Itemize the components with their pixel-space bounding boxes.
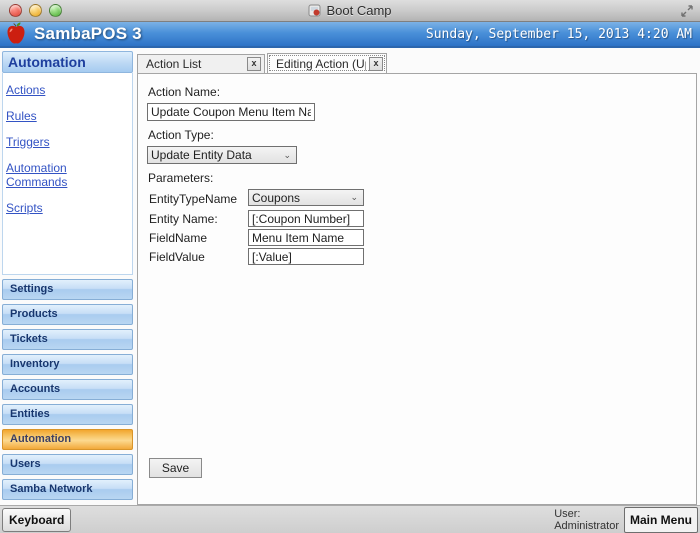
sidebar-link-actions[interactable]: Actions xyxy=(6,83,129,97)
minimize-window-button[interactable] xyxy=(29,4,42,17)
tab-bar: Action List x Editing Action (Updat x xyxy=(137,53,697,73)
tab-close-icon[interactable]: x xyxy=(247,57,261,71)
sidebar-item-users[interactable]: Users xyxy=(2,454,133,475)
user-label: User: xyxy=(554,507,581,520)
sidebar-link-triggers[interactable]: Triggers xyxy=(6,135,129,149)
sidebar-item-accounts[interactable]: Accounts xyxy=(2,379,133,400)
action-type-label: Action Type: xyxy=(148,128,214,142)
parameters-label: Parameters: xyxy=(148,171,214,185)
entity-name-input[interactable] xyxy=(248,210,364,227)
sidebar-links-panel: Actions Rules Triggers Automation Comman… xyxy=(2,73,133,275)
entity-type-value: Coupons xyxy=(252,190,301,205)
save-button[interactable]: Save xyxy=(149,458,202,478)
window-title: Boot Camp xyxy=(326,3,392,18)
chevron-down-icon xyxy=(350,192,360,203)
app-title: SambaPOS 3 xyxy=(34,24,142,43)
tab-action-list[interactable]: Action List x xyxy=(137,54,265,73)
bootcamp-app-icon xyxy=(308,4,321,17)
sidebar-item-inventory[interactable]: Inventory xyxy=(2,354,133,375)
sidebar-item-entities[interactable]: Entities xyxy=(2,404,133,425)
param-fieldname-label: FieldName xyxy=(149,231,208,245)
sidebar-menu: Settings Products Tickets Inventory Acco… xyxy=(2,275,133,504)
user-info: User: Administrator xyxy=(554,508,619,532)
param-entity-name-label: Entity Name: xyxy=(149,212,218,226)
fullscreen-icon[interactable] xyxy=(680,4,694,18)
action-type-dropdown[interactable]: Update Entity Data xyxy=(147,146,297,164)
parameters-grid: EntityTypeName Coupons Entity Name: Fiel… xyxy=(149,189,686,266)
user-name: Administrator xyxy=(554,519,619,532)
zoom-window-button[interactable] xyxy=(49,4,62,17)
param-entitytypename-label: EntityTypeName xyxy=(149,192,238,206)
mac-titlebar: Boot Camp xyxy=(0,0,700,22)
tab-close-icon[interactable]: x xyxy=(369,56,383,71)
entity-type-dropdown[interactable]: Coupons xyxy=(248,189,364,206)
header-datetime: Sunday, September 15, 2013 4:20 AM xyxy=(425,26,692,42)
chevron-down-icon xyxy=(283,150,293,161)
sidebar-item-automation[interactable]: Automation xyxy=(2,429,133,450)
tab-label: Action List xyxy=(146,57,202,71)
keyboard-button[interactable]: Keyboard xyxy=(2,507,72,532)
tab-editing-action[interactable]: Editing Action (Updat x xyxy=(267,53,387,73)
main-menu-button[interactable]: Main Menu xyxy=(624,506,698,533)
sidebar: Automation Actions Rules Triggers Automa… xyxy=(0,48,135,505)
tab-label: Editing Action (Updat xyxy=(276,56,366,71)
sidebar-link-rules[interactable]: Rules xyxy=(6,109,129,123)
editing-action-panel: Action Name: Action Type: Update Entity … xyxy=(137,73,697,505)
sidebar-link-scripts[interactable]: Scripts xyxy=(6,201,129,215)
close-window-button[interactable] xyxy=(9,4,22,17)
action-type-value: Update Entity Data xyxy=(151,148,252,162)
main-content: Action List x Editing Action (Updat x Ac… xyxy=(135,48,700,505)
sidebar-item-settings[interactable]: Settings xyxy=(2,279,133,300)
field-value-input[interactable] xyxy=(248,248,364,265)
sambapos-apple-logo-icon xyxy=(7,22,25,44)
app-header: SambaPOS 3 Sunday, September 15, 2013 4:… xyxy=(0,22,700,48)
sidebar-item-samba-network[interactable]: Samba Network xyxy=(2,479,133,500)
sidebar-item-products[interactable]: Products xyxy=(2,304,133,325)
sidebar-link-automation-commands[interactable]: Automation Commands xyxy=(6,161,129,189)
sidebar-item-tickets[interactable]: Tickets xyxy=(2,329,133,350)
action-name-input[interactable] xyxy=(147,103,315,121)
app-window: Boot Camp SambaPOS 3 Sunday, September 1… xyxy=(0,0,700,533)
sidebar-section-title: Automation xyxy=(2,51,133,73)
field-name-input[interactable] xyxy=(248,229,364,246)
window-controls xyxy=(9,4,62,17)
footer-bar: Keyboard User: Administrator Main Menu xyxy=(0,505,700,533)
action-name-label: Action Name: xyxy=(148,85,221,99)
param-fieldvalue-label: FieldValue xyxy=(149,250,205,264)
